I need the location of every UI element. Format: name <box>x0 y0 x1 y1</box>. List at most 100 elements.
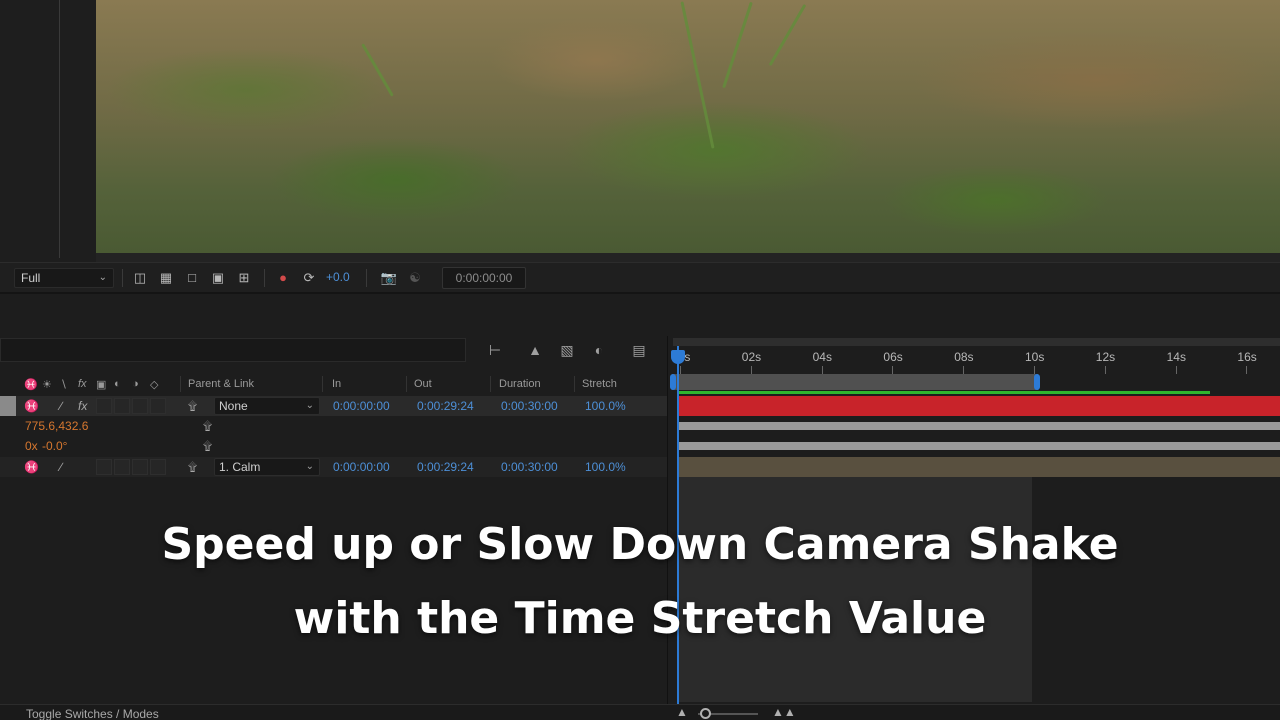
stretch-header[interactable]: Stretch <box>582 378 617 390</box>
caption-line-2: with the Time Stretch Value <box>293 593 987 644</box>
frame-blend-toggle[interactable] <box>96 459 112 475</box>
parent-select[interactable]: None ⌄ <box>214 397 320 415</box>
parent-link-header[interactable]: Parent & Link <box>188 378 254 390</box>
parent-select[interactable]: 1. Calm ⌄ <box>214 458 320 476</box>
ruler-tick-mark <box>1246 366 1248 374</box>
layer-row[interactable]: ♓ ∕ fx ۩ None ⌄ 0:00:00:00 0:00:29:24 0:… <box>0 396 668 416</box>
viewer-left-panel <box>0 0 96 262</box>
shy-toggle-icon[interactable]: ♓ <box>24 399 39 413</box>
property-row-position: 775.6,432.6 ۩ <box>0 416 668 436</box>
3d-toggle[interactable] <box>150 459 166 475</box>
duration-value[interactable]: 0:00:30:00 <box>501 399 558 413</box>
toolbar-divider <box>366 269 367 287</box>
fast-previews-icon[interactable]: ◫ <box>131 269 149 287</box>
quality-toggle-icon[interactable]: ∕ <box>60 399 62 413</box>
parent-value: 1. Calm <box>219 460 261 474</box>
transparency-grid-icon[interactable]: ▦ <box>157 269 175 287</box>
in-point-value[interactable]: 0:00:00:00 <box>333 460 390 474</box>
zoom-in-icon[interactable]: ▲▲ <box>772 705 796 719</box>
ruler-tick-label: 02s <box>741 350 762 364</box>
effect-toggle-icon[interactable]: fx <box>78 399 87 413</box>
draft-3d-icon[interactable]: ▲ <box>524 340 546 360</box>
timeline-footer: Toggle Switches / Modes ▲ ▲▲ <box>0 704 1280 720</box>
column-divider <box>490 376 491 392</box>
reset-exposure-icon[interactable]: ⟳ <box>300 269 318 287</box>
resolution-select[interactable]: Full ⌄ <box>14 268 114 288</box>
ruler-tick-mark <box>1175 366 1177 374</box>
exposure-value[interactable]: +0.0 <box>326 270 350 284</box>
video-caption: Speed up or Slow Down Camera Shake with … <box>0 508 1280 656</box>
frame-blend-switch-icon: ▣ <box>96 379 107 391</box>
adjustment-toggle[interactable] <box>132 398 148 414</box>
3d-toggle[interactable] <box>150 398 166 414</box>
toggle-switches-modes-button[interactable]: Toggle Switches / Modes <box>20 707 165 720</box>
column-divider <box>406 376 407 392</box>
toolbar-divider <box>122 269 123 287</box>
ruler-tick-mark <box>821 366 823 374</box>
ruler-tick-mark <box>1104 366 1106 374</box>
mask-path-visibility-icon[interactable]: □ <box>183 269 201 287</box>
rotation-degrees-value[interactable]: -0.0° <box>42 439 67 453</box>
motion-blur-toggle[interactable] <box>114 459 130 475</box>
playhead-handle[interactable] <box>671 350 685 364</box>
ruler-tick-mark <box>750 366 752 374</box>
render-cache-bar <box>678 391 1210 394</box>
shy-switch-icon: ♓ <box>24 379 38 391</box>
grass-blade <box>680 1 715 149</box>
position-value[interactable]: 775.6,432.6 <box>25 419 88 433</box>
show-snapshot-icon[interactable]: ☯ <box>406 269 424 287</box>
current-time-field[interactable]: 0:00:00:00 <box>442 267 526 289</box>
stretch-value[interactable]: 100.0% <box>585 399 626 413</box>
layer-duration-bar[interactable] <box>678 457 1280 477</box>
color-channels-icon[interactable]: ● <box>274 269 292 287</box>
resolution-value: Full <box>21 271 41 285</box>
zoom-slider-knob[interactable] <box>700 708 711 719</box>
work-area-end-handle[interactable] <box>1034 374 1040 390</box>
grid-guides-icon[interactable]: ⊞ <box>235 269 253 287</box>
time-navigator[interactable] <box>673 338 1280 346</box>
zoom-out-icon[interactable]: ▲ <box>676 705 688 719</box>
pick-whip-icon[interactable]: ۩ <box>188 399 197 414</box>
3d-layer-switch-icon: ◇ <box>150 379 159 391</box>
layer-row[interactable]: ♓ ∕ ۩ 1. Calm ⌄ 0:00:00:00 0:00:29:24 0:… <box>0 457 668 477</box>
composition-viewer[interactable] <box>0 0 1280 262</box>
in-point-value[interactable]: 0:00:00:00 <box>333 399 390 413</box>
out-point-value[interactable]: 0:00:29:24 <box>417 460 474 474</box>
duration-value[interactable]: 0:00:30:00 <box>501 460 558 474</box>
frame-blending-icon[interactable]: ▧ <box>556 340 578 360</box>
duration-header[interactable]: Duration <box>499 378 541 390</box>
snapshot-camera-icon[interactable]: 📷 <box>380 269 398 287</box>
motion-blur-toggle[interactable] <box>114 398 130 414</box>
out-header[interactable]: Out <box>414 378 432 390</box>
motion-blur-icon[interactable]: ◐ <box>588 340 610 360</box>
rotation-revolutions-value[interactable]: 0x <box>25 439 38 453</box>
region-of-interest-icon[interactable]: ▣ <box>209 269 227 287</box>
ruler-tick-label: 12s <box>1095 350 1116 364</box>
frame-blend-toggle[interactable] <box>96 398 112 414</box>
chevron-down-icon: ⌄ <box>305 400 314 411</box>
shy-toggle-icon[interactable]: ♓ <box>24 460 39 474</box>
ruler-tick-label: 10s <box>1025 350 1045 364</box>
layer-search-input[interactable] <box>0 338 466 362</box>
expression-pick-whip-icon[interactable]: ۩ <box>203 419 212 434</box>
out-point-value[interactable]: 0:00:29:24 <box>417 399 474 413</box>
time-ruler[interactable]: 00s02s04s06s08s10s12s14s16s <box>668 336 1280 374</box>
chevron-down-icon: ⌄ <box>98 272 107 283</box>
stretch-value[interactable]: 100.0% <box>585 460 626 474</box>
quality-toggle-icon[interactable]: ∕ <box>60 460 62 474</box>
ruler-tick-mark <box>963 366 965 374</box>
in-header[interactable]: In <box>332 378 341 390</box>
adjustment-toggle[interactable] <box>132 459 148 475</box>
graph-editor-icon[interactable]: ▤ <box>628 340 650 360</box>
ruler-tick-label: 04s <box>812 350 832 364</box>
layer-label-color <box>0 396 16 416</box>
property-track <box>678 422 1280 430</box>
layer-duration-bar[interactable] <box>678 396 1280 416</box>
property-track <box>678 442 1280 450</box>
composition-flowchart-icon[interactable]: ⊢ <box>484 340 506 360</box>
expression-pick-whip-icon[interactable]: ۩ <box>203 439 212 454</box>
column-divider <box>322 376 323 392</box>
pick-whip-icon[interactable]: ۩ <box>188 460 197 475</box>
work-area-start-handle[interactable] <box>670 374 676 390</box>
work-area-bar[interactable] <box>672 374 1038 390</box>
